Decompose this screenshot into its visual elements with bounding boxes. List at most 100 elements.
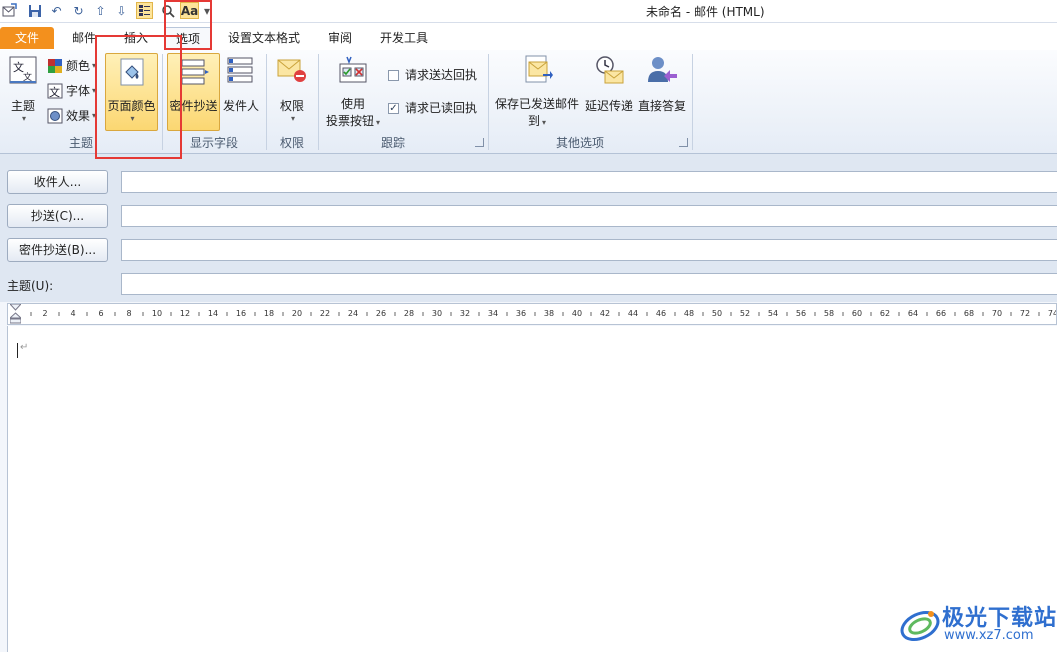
- cc-button[interactable]: 抄送(C)...: [7, 204, 108, 228]
- theme-icon: 文文: [9, 56, 37, 84]
- format-icon[interactable]: [136, 2, 153, 19]
- tab-format-text[interactable]: 设置文本格式: [220, 27, 308, 49]
- watermark: 极光下载站 www.xz7.com: [898, 598, 1056, 652]
- ruler-label: 14: [208, 309, 218, 318]
- bcc-icon: [181, 59, 209, 85]
- ruler-label: 50: [712, 309, 722, 318]
- voting-label-line2-wrap: 投票按钮 ▾: [322, 112, 384, 129]
- ruler-label: 2: [42, 309, 47, 318]
- colors-button[interactable]: 颜色 ▾: [47, 56, 96, 76]
- group-separator: [692, 54, 693, 150]
- more-options-group-label: 其他选项: [555, 136, 604, 150]
- ruler-label: 74: [1048, 309, 1056, 318]
- subject-input[interactable]: [121, 273, 1057, 295]
- up-icon[interactable]: ⇧: [92, 2, 109, 19]
- fonts-label: 字体: [66, 84, 91, 98]
- undo-icon[interactable]: ↶: [48, 2, 65, 19]
- ruler-label: 34: [488, 309, 498, 318]
- ruler-label: 28: [404, 309, 414, 318]
- ruler-label: 4: [70, 309, 75, 318]
- ruler-label: 24: [348, 309, 358, 318]
- direct-replies-icon: [648, 57, 677, 82]
- group-separator: [266, 54, 267, 150]
- effects-icon: [47, 108, 63, 124]
- indent-marker[interactable]: [8, 303, 23, 324]
- cc-input[interactable]: [121, 205, 1057, 227]
- from-field-label: 发件人: [222, 99, 259, 113]
- direct-replies-button[interactable]: 直接答复: [636, 54, 688, 130]
- ruler-label: 10: [152, 309, 162, 318]
- to-input[interactable]: [121, 171, 1057, 193]
- ruler-label: 62: [880, 309, 890, 318]
- clock-envelope-icon: [596, 56, 624, 84]
- redo-icon[interactable]: ↻: [70, 2, 87, 19]
- paragraph-mark: ↵: [20, 342, 29, 353]
- voting-label-line2: 投票按钮: [325, 114, 374, 128]
- permission-button[interactable]: 权限 ▾: [272, 54, 312, 130]
- theme-caret: ▾: [21, 114, 26, 123]
- permission-icon: [277, 59, 306, 82]
- save-sent-icon: [525, 55, 553, 83]
- title-bar: ↶ ↻ ⇧ ⇩ Aa ▾ 未命名 - 邮件 (HTML): [0, 0, 1057, 23]
- save-sent-line1: 保存已发送邮件: [494, 97, 579, 111]
- text-cursor: [17, 343, 18, 358]
- read-receipt-checkbox[interactable]: ✓ 请求已读回执: [388, 98, 477, 118]
- ruler[interactable]: 2 4 6 8 10 12 14 16 18 20 22 24 26 28 30 32 34 36 38 40 42 44…: [7, 303, 1057, 325]
- more-options-dialog-launcher[interactable]: [679, 138, 688, 147]
- bcc-input[interactable]: [121, 239, 1057, 261]
- save-sent-line2: 到: [527, 114, 540, 128]
- tab-developer[interactable]: 开发工具: [372, 27, 436, 49]
- tracking-group-label: 跟踪: [380, 136, 405, 150]
- fonts-button[interactable]: 文 字体 ▾: [47, 81, 96, 101]
- ruler-label: 16: [236, 309, 246, 318]
- voting-caret: ▾: [376, 118, 381, 127]
- colors-label: 颜色: [66, 59, 91, 73]
- ruler-label: 32: [460, 309, 470, 318]
- delay-delivery-button[interactable]: 延迟传递: [583, 54, 635, 130]
- ruler-label: 22: [320, 309, 330, 318]
- permission-label: 权限: [279, 99, 304, 113]
- ruler-label: 38: [544, 309, 554, 318]
- ruler-label: 42: [600, 309, 610, 318]
- theme-button[interactable]: 文文 主题 ▾: [4, 54, 42, 130]
- group-separator: [488, 54, 489, 150]
- ruler-label: 44: [628, 309, 638, 318]
- ruler-label: 8: [126, 309, 131, 318]
- ruler-label: 20: [292, 309, 302, 318]
- permission-group-label: 权限: [279, 136, 304, 150]
- svg-text:文: 文: [49, 85, 60, 99]
- tab-file[interactable]: 文件: [0, 27, 54, 49]
- group-separator: [318, 54, 319, 150]
- ruler-label: 58: [824, 309, 834, 318]
- save-sent-to-button[interactable]: 保存已发送邮件 到 ▾: [493, 54, 581, 130]
- ruler-label: 12: [180, 309, 190, 318]
- read-receipt-box[interactable]: ✓: [388, 102, 399, 114]
- voting-icon: [339, 56, 367, 83]
- effects-button[interactable]: 效果 ▾: [47, 106, 96, 126]
- send-icon[interactable]: [1, 2, 18, 19]
- indent-marker-icon: [8, 303, 23, 324]
- to-button[interactable]: 收件人...: [7, 170, 108, 194]
- delivery-receipt-box[interactable]: [388, 69, 399, 81]
- ruler-label: 56: [796, 309, 806, 318]
- from-field-button[interactable]: 发件人: [222, 54, 260, 130]
- watermark-logo-icon: [900, 610, 940, 642]
- save-icon[interactable]: [26, 2, 43, 19]
- tracking-dialog-launcher[interactable]: [475, 138, 484, 147]
- voting-buttons-button[interactable]: 使用 投票按钮 ▾: [322, 54, 384, 130]
- window-title: 未命名 - 邮件 (HTML): [646, 5, 765, 19]
- watermark-url: www.xz7.com: [944, 628, 1034, 643]
- delivery-receipt-checkbox[interactable]: 请求送达回执: [388, 65, 477, 85]
- down-icon[interactable]: ⇩: [113, 2, 130, 19]
- ruler-label: 60: [852, 309, 862, 318]
- colors-icon: [48, 59, 62, 73]
- bcc-button[interactable]: 密件抄送(B)...: [7, 238, 108, 262]
- ruler-label: 72: [1020, 309, 1030, 318]
- ruler-label: 30: [432, 309, 442, 318]
- ruler-label: 68: [964, 309, 974, 318]
- ruler-label: 6: [98, 309, 103, 318]
- ruler-label: 66: [936, 309, 946, 318]
- tab-review[interactable]: 审阅: [320, 27, 360, 49]
- effects-label: 效果: [66, 109, 91, 123]
- message-header: 收件人... 抄送(C)... 密件抄送(B)... 主题(U):: [0, 154, 1057, 302]
